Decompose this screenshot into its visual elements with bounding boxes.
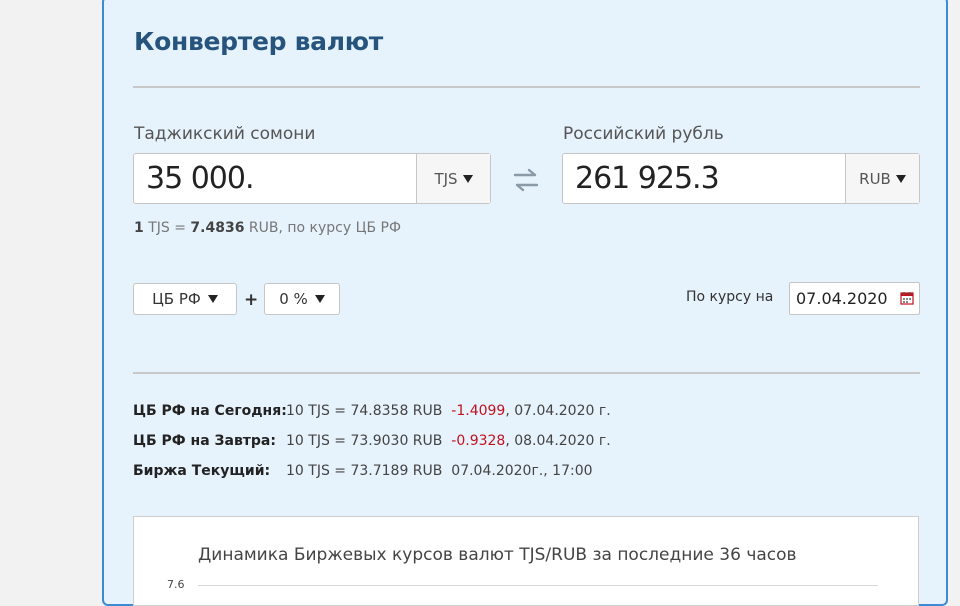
plus-sign: + — [244, 290, 259, 310]
calendar-icon[interactable] — [900, 290, 914, 305]
from-amount-field[interactable]: 35 000. TJS — [133, 153, 491, 204]
chart-gridline — [198, 585, 878, 586]
rate-row-value: 10 TJS = 74.8358 RUB -1.4099, 07.04.2020… — [286, 403, 611, 419]
dropdown-arrow-icon — [895, 174, 906, 183]
y-tick-label: 7.6 — [167, 578, 185, 591]
to-currency-select[interactable]: RUB — [845, 154, 919, 203]
rate-date: , 07.04.2020 г. — [505, 403, 611, 419]
to-amount-field[interactable]: 261 925.3 RUB — [562, 153, 920, 204]
rate-change: -0.9328 — [451, 433, 506, 449]
rate-change: -1.4099 — [451, 403, 506, 419]
from-currency-code: TJS — [434, 169, 458, 188]
rate-value-text: 10 TJS = 73.9030 RUB — [286, 433, 443, 449]
date-value: 07.04.2020 — [796, 289, 888, 308]
to-currency-label: Российский рубль — [563, 124, 724, 144]
rate-value: 7.4836 — [190, 220, 245, 236]
current-rate-line: 1 TJS = 7.4836 RUB, по курсу ЦБ РФ — [134, 220, 401, 236]
rate-row-label: ЦБ РФ на Сегодня: — [133, 403, 287, 419]
date-input[interactable]: 07.04.2020 — [789, 282, 920, 315]
rate-value-text: 10 TJS = 73.7189 RUB — [286, 463, 443, 479]
rate-from-code: TJS = — [143, 220, 191, 236]
rate-date: , 08.04.2020 г. — [505, 433, 611, 449]
rate-row-label: ЦБ РФ на Завтра: — [133, 433, 276, 449]
from-currency-label: Таджикский сомони — [134, 124, 316, 144]
dropdown-arrow-icon — [314, 295, 325, 303]
exchange-chart: Динамика Биржевых курсов валют TJS/RUB з… — [133, 516, 919, 606]
dropdown-arrow-icon — [462, 174, 473, 183]
from-currency-select[interactable]: TJS — [416, 154, 490, 203]
dropdown-arrow-icon — [207, 295, 218, 303]
from-amount-value[interactable]: 35 000. — [146, 161, 255, 196]
margin-value: 0 % — [279, 290, 308, 308]
rate-row-value: 10 TJS = 73.9030 RUB -0.9328, 08.04.2020… — [286, 433, 611, 449]
rate-value-text: 10 TJS = 74.8358 RUB — [286, 403, 443, 419]
rate-row-label: Биржа Текущий: — [133, 463, 271, 479]
rate-date: 07.04.2020г., 17:00 — [451, 463, 593, 479]
rate-row-value: 10 TJS = 73.7189 RUB 07.04.2020г., 17:00 — [286, 463, 593, 479]
section-divider — [133, 372, 920, 374]
margin-select[interactable]: 0 % — [264, 283, 340, 315]
rate-source-value: ЦБ РФ — [152, 290, 201, 308]
swap-arrows-icon[interactable] — [511, 165, 541, 195]
title-divider — [133, 86, 920, 88]
rate-suffix: RUB, по курсу ЦБ РФ — [244, 220, 402, 236]
to-currency-code: RUB — [859, 169, 891, 188]
rate-source-select[interactable]: ЦБ РФ — [133, 283, 237, 315]
to-amount-value[interactable]: 261 925.3 — [575, 161, 720, 196]
date-label: По курсу на — [686, 289, 774, 305]
rate-amount: 1 — [134, 220, 144, 236]
page-title: Конвертер валют — [134, 27, 383, 56]
chart-title: Динамика Биржевых курсов валют TJS/RUB з… — [198, 545, 797, 565]
